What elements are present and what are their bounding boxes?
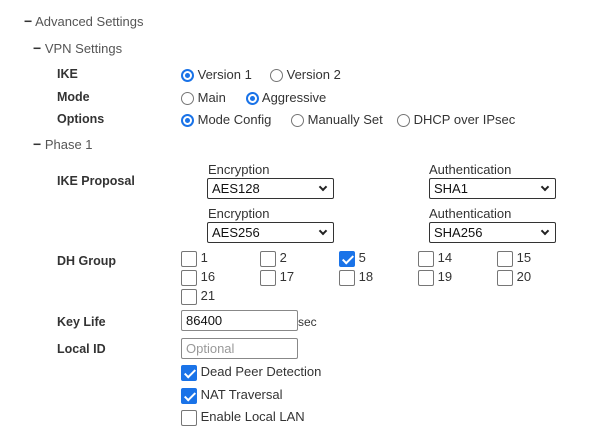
dh-group-checkbox[interactable] (339, 250, 355, 267)
dh-group-value: 19 (437, 269, 453, 284)
authentication-label: Authentication (429, 162, 512, 177)
authentication-value: SHA1 (434, 181, 468, 196)
ike-version2-label: Version 2 (286, 67, 341, 82)
dh-group-value: 21 (200, 288, 216, 303)
option-manually-set-label: Manually Set (307, 112, 383, 127)
dh-group-option[interactable]: 5 (339, 250, 366, 267)
dh-group-option[interactable]: 2 (260, 250, 287, 267)
ike-version2-radio-group[interactable]: Version 2 (270, 67, 341, 83)
dh-group-option[interactable]: 20 (497, 269, 531, 286)
chevron-down-icon (318, 182, 328, 192)
authentication-value: SHA256 (434, 225, 483, 240)
enable-local-lan-checkbox[interactable] (181, 409, 197, 426)
mode-aggressive-radio-group[interactable]: Aggressive (246, 90, 327, 106)
dh-group-option[interactable]: 1 (181, 250, 208, 267)
collapse-icon[interactable]: − (33, 136, 41, 152)
ike-version2-radio[interactable] (270, 69, 283, 83)
dh-group-value: 15 (516, 250, 532, 265)
ike-proposal-label: IKE Proposal (57, 174, 135, 188)
mode-main-label: Main (197, 90, 226, 105)
encryption-label: Encryption (208, 162, 270, 177)
nat-traversal-checkbox[interactable] (181, 387, 197, 404)
option-mode-config-label: Mode Config (197, 112, 272, 127)
key-life-input[interactable]: 86400 (181, 310, 298, 331)
authentication-select-1[interactable]: SHA1 (429, 178, 556, 199)
collapse-icon[interactable]: − (24, 13, 32, 29)
dh-group-checkbox[interactable] (497, 269, 513, 286)
dh-group-value: 2 (279, 250, 287, 265)
dh-group-checkbox[interactable] (260, 269, 276, 286)
dh-group-value: 5 (358, 250, 366, 265)
dh-group-option[interactable]: 15 (497, 250, 531, 267)
option-mode-config-radio[interactable] (181, 114, 194, 128)
enable-local-lan-option[interactable]: Enable Local LAN (181, 409, 305, 426)
collapse-icon[interactable]: − (33, 40, 41, 56)
options-label: Options (57, 112, 105, 126)
dh-group-checkbox[interactable] (339, 269, 355, 286)
dh-group-checkbox[interactable] (181, 250, 197, 267)
dh-group-option[interactable]: 17 (260, 269, 294, 286)
mode-main-radio[interactable] (181, 92, 194, 106)
dh-group-option[interactable]: 18 (339, 269, 373, 286)
chevron-down-icon (540, 182, 550, 192)
advanced-settings-title: Advanced Settings (35, 14, 144, 29)
dh-group-value: 17 (279, 269, 295, 284)
chevron-down-icon (318, 226, 328, 236)
key-life-unit: sec (298, 315, 317, 329)
option-dhcp-over-ipsec-label: DHCP over IPsec (413, 112, 516, 127)
dh-group-value: 14 (437, 250, 453, 265)
local-id-input[interactable]: Optional (181, 338, 298, 359)
advanced-settings-header[interactable]: − Advanced Settings (24, 14, 144, 29)
encryption-value: AES256 (212, 225, 260, 240)
dh-group-checkbox[interactable] (260, 250, 276, 267)
dh-group-option[interactable]: 19 (418, 269, 452, 286)
dh-group-option[interactable]: 21 (181, 288, 215, 305)
ike-label: IKE (57, 67, 78, 81)
option-manually-set-radio[interactable] (291, 114, 304, 128)
option-dhcp-over-ipsec-radio[interactable] (397, 114, 410, 128)
authentication-label: Authentication (429, 206, 512, 221)
option-dhcp-over-ipsec-radio-group[interactable]: DHCP over IPsec (397, 112, 516, 128)
dh-group-value: 20 (516, 269, 532, 284)
dh-group-value: 18 (358, 269, 374, 284)
phase1-header[interactable]: − Phase 1 (33, 137, 93, 152)
mode-aggressive-radio[interactable] (246, 92, 259, 106)
dh-group-option[interactable]: 16 (181, 269, 215, 286)
ike-version1-label: Version 1 (197, 67, 252, 82)
mode-aggressive-label: Aggressive (261, 90, 327, 105)
mode-main-radio-group[interactable]: Main (181, 90, 226, 106)
encryption-select-2[interactable]: AES256 (207, 222, 334, 243)
option-manually-set-radio-group[interactable]: Manually Set (291, 112, 383, 128)
dh-group-checkbox[interactable] (181, 269, 197, 286)
dh-group-checkbox[interactable] (497, 250, 513, 267)
dh-group-checkbox[interactable] (418, 250, 434, 267)
dh-group-checkbox[interactable] (181, 288, 197, 305)
authentication-select-2[interactable]: SHA256 (429, 222, 556, 243)
nat-traversal-label: NAT Traversal (200, 387, 283, 402)
dh-group-value: 16 (200, 269, 216, 284)
local-id-label: Local ID (57, 342, 106, 356)
dead-peer-detection-label: Dead Peer Detection (200, 364, 322, 379)
dh-group-label: DH Group (57, 254, 117, 268)
dead-peer-detection-checkbox[interactable] (181, 364, 197, 381)
phase1-title: Phase 1 (44, 137, 93, 152)
encryption-select-1[interactable]: AES128 (207, 178, 334, 199)
option-mode-config-radio-group[interactable]: Mode Config (181, 112, 272, 128)
key-life-label: Key Life (57, 315, 106, 329)
encryption-value: AES128 (212, 181, 260, 196)
dh-group-option[interactable]: 14 (418, 250, 452, 267)
mode-label: Mode (57, 90, 90, 104)
chevron-down-icon (540, 226, 550, 236)
nat-traversal-option[interactable]: NAT Traversal (181, 387, 283, 404)
ike-version1-radio[interactable] (181, 69, 194, 83)
dh-group-value: 1 (200, 250, 208, 265)
ike-version1-radio-group[interactable]: Version 1 (181, 67, 252, 83)
enable-local-lan-label: Enable Local LAN (200, 409, 305, 424)
vpn-settings-title: VPN Settings (44, 41, 123, 56)
encryption-label: Encryption (208, 206, 270, 221)
vpn-settings-header[interactable]: − VPN Settings (33, 41, 122, 56)
dh-group-checkbox[interactable] (418, 269, 434, 286)
dead-peer-detection-option[interactable]: Dead Peer Detection (181, 364, 321, 381)
